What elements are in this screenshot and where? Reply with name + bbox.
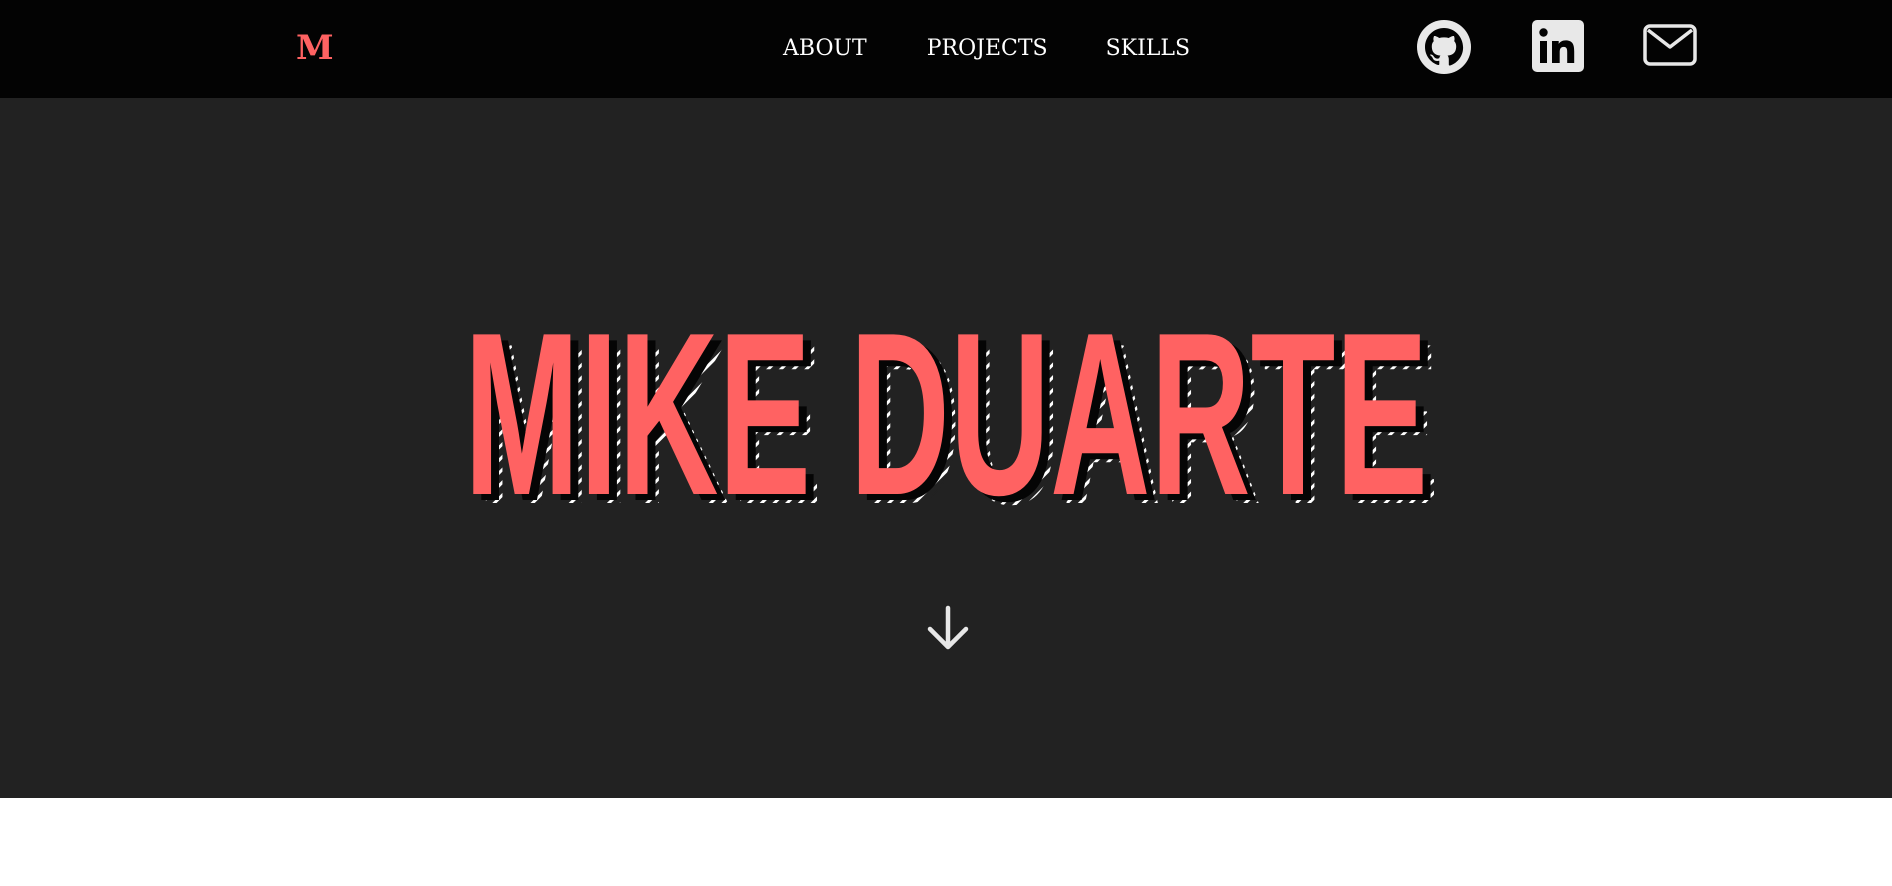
nav-link-about[interactable]: ABOUT	[783, 34, 867, 64]
content-section	[0, 798, 1892, 886]
github-link[interactable]	[1416, 19, 1472, 75]
logo-link[interactable]: M	[296, 28, 334, 68]
mail-link[interactable]	[1642, 19, 1698, 75]
scroll-down-button[interactable]	[924, 604, 972, 652]
nav-link-skills[interactable]: SKILLS	[1106, 34, 1191, 64]
linkedin-icon	[1532, 20, 1584, 72]
hero-title: MIKE DUARTE MIKE DUARTE MIKE DUARTE	[0, 308, 1892, 528]
github-icon	[1417, 20, 1471, 74]
nav-link-projects[interactable]: PROJECTS	[927, 34, 1048, 64]
hero-title-graphic: MIKE DUARTE MIKE DUARTE MIKE DUARTE	[464, 308, 1441, 528]
arrow-down-icon	[927, 605, 969, 650]
nav-links: ABOUT PROJECTS SKILLS	[783, 34, 1190, 64]
hero-section: MIKE DUARTE MIKE DUARTE MIKE DUARTE	[0, 98, 1892, 798]
hero-title-text: MIKE DUARTE	[464, 308, 1428, 528]
mail-icon	[1643, 24, 1697, 66]
linkedin-link[interactable]	[1530, 19, 1586, 75]
top-navbar: M ABOUT PROJECTS SKILLS	[0, 0, 1892, 98]
